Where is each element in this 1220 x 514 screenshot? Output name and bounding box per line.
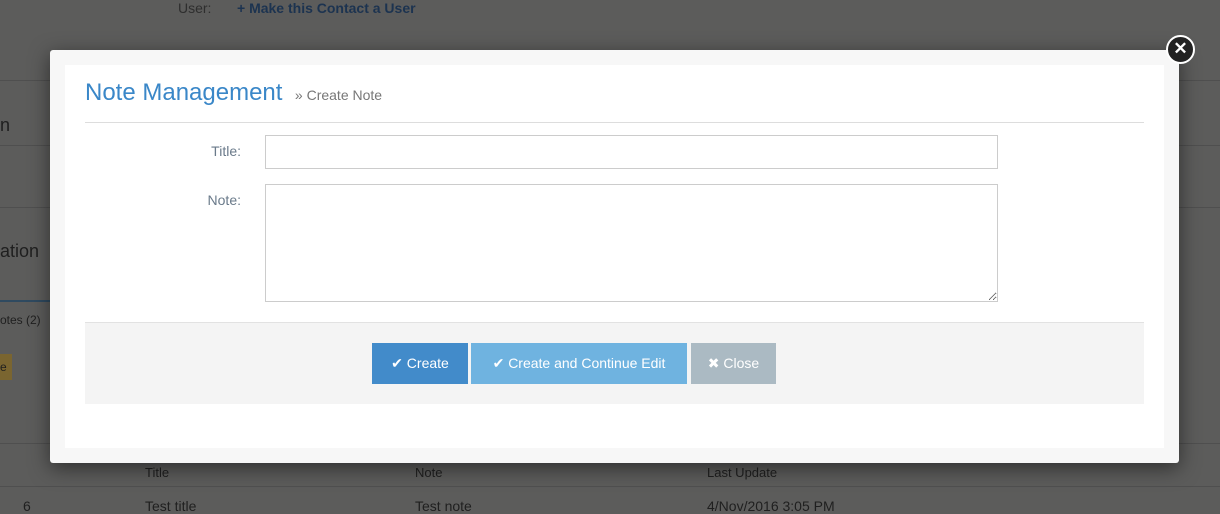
note-textarea[interactable] [265,184,998,302]
divider [0,486,1220,487]
note-modal: Note Management » Create Note Title: Not… [50,50,1179,463]
table-cell: 6 [23,498,31,514]
form-actions: ✔ Create ✔ Create and Continue Edit ✖ Cl… [85,322,1144,404]
page-title: Note Management [85,79,283,106]
note-label: Note: [207,192,241,208]
close-circle-icon[interactable]: ✕ [1166,35,1195,64]
title-input[interactable] [265,135,998,169]
table-cell: Test note [415,498,472,514]
table-cell: 4/Nov/2016 3:05 PM [707,498,835,514]
active-tab-indicator [0,300,50,302]
section-heading: n [0,115,11,135]
notes-tab[interactable]: otes (2) [0,313,41,327]
make-user-link[interactable]: + Make this Contact a User [237,0,416,16]
section-heading: ation [0,241,40,261]
table-header: Title [145,465,170,480]
create-continue-button[interactable]: ✔ Create and Continue Edit [471,343,687,384]
breadcrumb: » Create Note [294,87,383,103]
user-label: User: [178,0,212,16]
modal-header: Note Management » Create Note [85,79,1144,123]
create-button[interactable]: ✔ Create [372,343,468,384]
table-header: Last Update [707,465,778,480]
close-button[interactable]: ✖ Close [691,343,776,384]
add-note-button[interactable]: e [0,354,12,380]
table-header: Note [415,465,443,480]
title-label: Title: [211,143,241,159]
table-cell: Test title [145,498,197,514]
